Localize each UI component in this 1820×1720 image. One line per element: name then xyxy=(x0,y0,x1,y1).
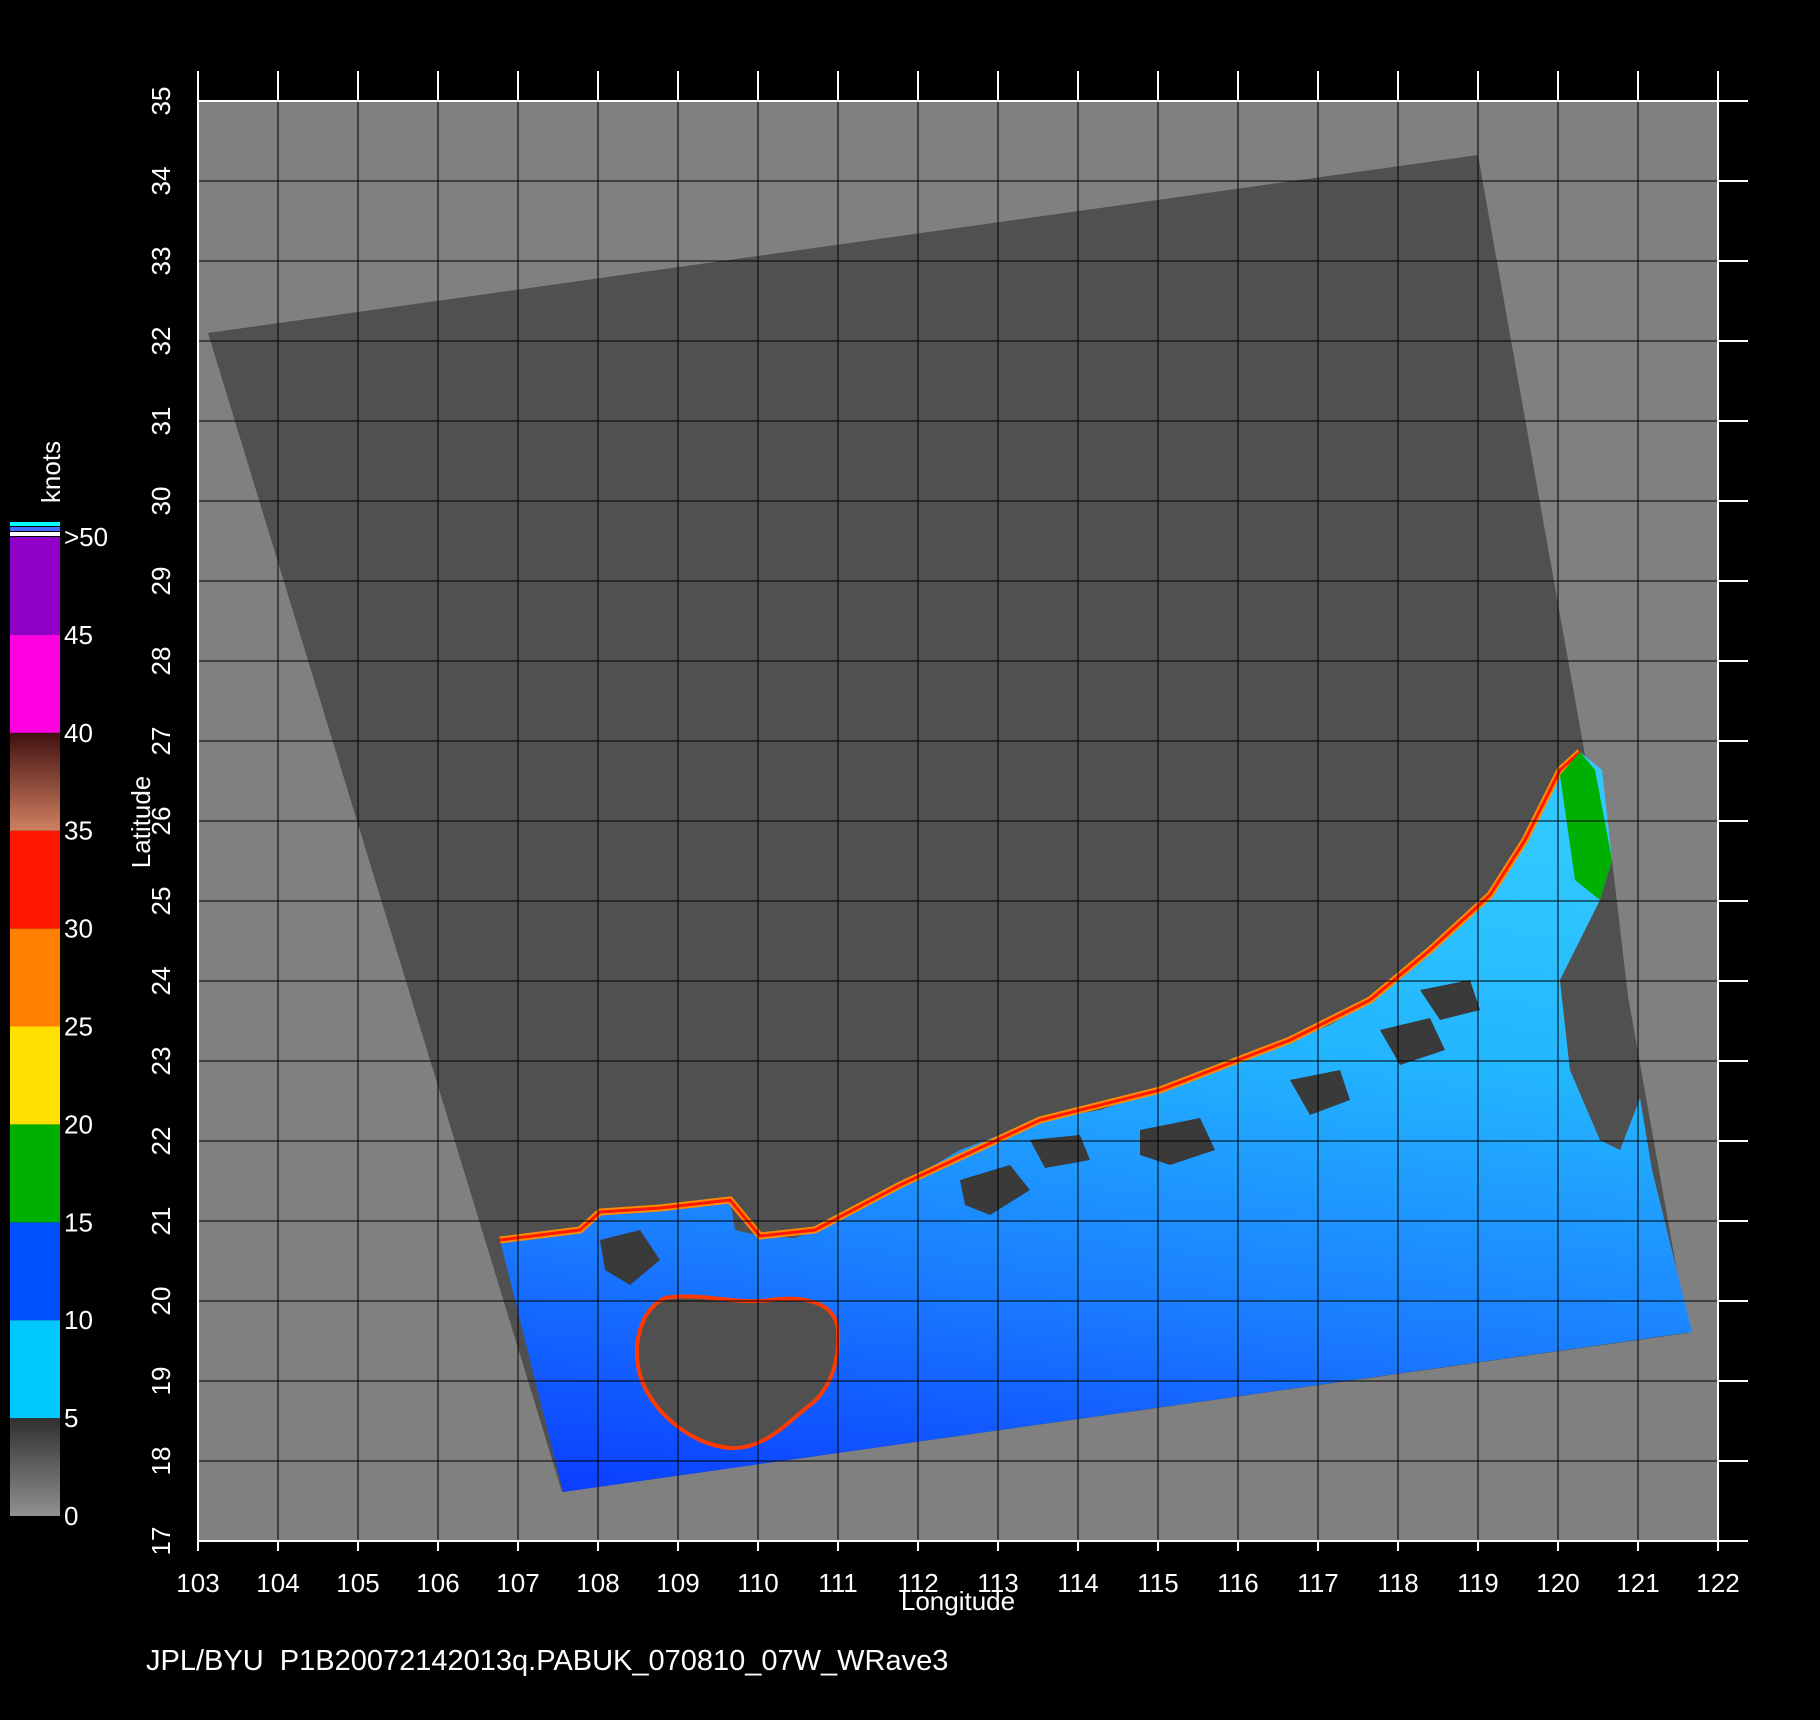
colorbar-band-45-50 xyxy=(10,537,60,635)
lon-tick-label: 109 xyxy=(656,1568,699,1598)
lon-tick-label: 117 xyxy=(1297,1568,1338,1598)
lon-tick-label: 115 xyxy=(1137,1568,1178,1598)
lat-tick-label: 27 xyxy=(146,727,176,756)
lat-tick-label: 20 xyxy=(146,1287,176,1316)
lon-tick-label: 105 xyxy=(336,1568,379,1598)
colorbar-top-stripe-white xyxy=(10,532,60,536)
lon-tick-label: 104 xyxy=(256,1568,299,1598)
colorbar-label: 35 xyxy=(64,816,93,846)
colorbar-label: 25 xyxy=(64,1012,93,1042)
colorbar-band-40-45 xyxy=(10,634,60,733)
colorbar-band-10-15 xyxy=(10,1222,60,1321)
colorbar-band-5-10 xyxy=(10,1320,60,1419)
lat-tick-label: 28 xyxy=(146,647,176,676)
lat-tick-label: 32 xyxy=(146,327,176,356)
lat-tick-label: 25 xyxy=(146,887,176,916)
lon-tick-label: 110 xyxy=(737,1568,778,1598)
colorbar-label: 10 xyxy=(64,1305,93,1335)
lon-tick-label: 111 xyxy=(818,1568,858,1598)
lon-tick-label: 107 xyxy=(496,1568,539,1598)
lat-tick-label: 33 xyxy=(146,247,176,276)
lat-tick-label: 18 xyxy=(146,1447,176,1476)
x-axis-title: Longitude xyxy=(901,1586,1015,1616)
y-axis-title: Latitude xyxy=(126,776,156,869)
colorbar-top-stripe-cyan xyxy=(10,522,60,526)
lat-tick-label: 34 xyxy=(146,167,176,196)
colorbar-label: 30 xyxy=(64,914,93,944)
colorbar-band-25-30 xyxy=(10,928,60,1027)
colorbar-label: >50 xyxy=(64,522,108,552)
lon-tick-label: 122 xyxy=(1696,1568,1739,1598)
colorbar-label: 15 xyxy=(64,1207,93,1237)
colorbar-label: 0 xyxy=(64,1501,78,1531)
colorbar-top-stripe-blue xyxy=(10,527,60,531)
lat-tick-label: 17 xyxy=(146,1527,176,1556)
colorbar-band-30-35 xyxy=(10,830,60,929)
colorbar-label: 45 xyxy=(64,620,93,650)
lat-tick-label: 22 xyxy=(146,1127,176,1156)
footer-source: JPL/BYU xyxy=(146,1645,264,1677)
lat-tick-label: 29 xyxy=(146,567,176,596)
lon-tick-label: 120 xyxy=(1536,1568,1579,1598)
lon-tick-label: 103 xyxy=(176,1568,219,1598)
colorbar-label: 20 xyxy=(64,1109,93,1139)
colorbar-unit-label: knots xyxy=(36,441,66,503)
colorbar-band-0-5 xyxy=(10,1418,60,1516)
colorbar: 0 5 10 15 20 25 30 35 40 45 >50 xyxy=(10,522,108,1531)
lon-tick-label: 116 xyxy=(1217,1568,1258,1598)
lon-tick-label: 114 xyxy=(1057,1568,1098,1598)
lat-tick-label: 21 xyxy=(146,1207,176,1236)
lat-tick-label: 24 xyxy=(146,967,176,996)
lat-tick-label: 23 xyxy=(146,1047,176,1076)
lon-tick-label: 121 xyxy=(1616,1568,1659,1598)
colorbar-label: 40 xyxy=(64,718,93,748)
lat-tick-label: 31 xyxy=(146,407,176,436)
colorbar-label: 5 xyxy=(64,1403,78,1433)
colorbar-band-35-40 xyxy=(10,732,60,831)
lon-tick-label: 106 xyxy=(416,1568,459,1598)
colorbar-band-15-20 xyxy=(10,1124,60,1223)
lon-tick-label: 119 xyxy=(1457,1568,1498,1598)
footer-product: P1B20072142013q.PABUK_070810_07W_WRave3 xyxy=(279,1645,949,1677)
lat-tick-label: 35 xyxy=(146,87,176,116)
lon-tick-label: 118 xyxy=(1377,1568,1418,1598)
colorbar-band-20-25 xyxy=(10,1026,60,1125)
footer-caption: JPL/BYU P1B20072142013q.PABUK_070810_07W… xyxy=(146,1645,948,1678)
lon-tick-label: 108 xyxy=(576,1568,619,1598)
wind-speed-map: 103 104 105 106 107 108 109 110 111 112 113 114 115 1… xyxy=(10,71,1748,1616)
lat-tick-label: 30 xyxy=(146,487,176,516)
lat-tick-label: 19 xyxy=(146,1367,176,1396)
